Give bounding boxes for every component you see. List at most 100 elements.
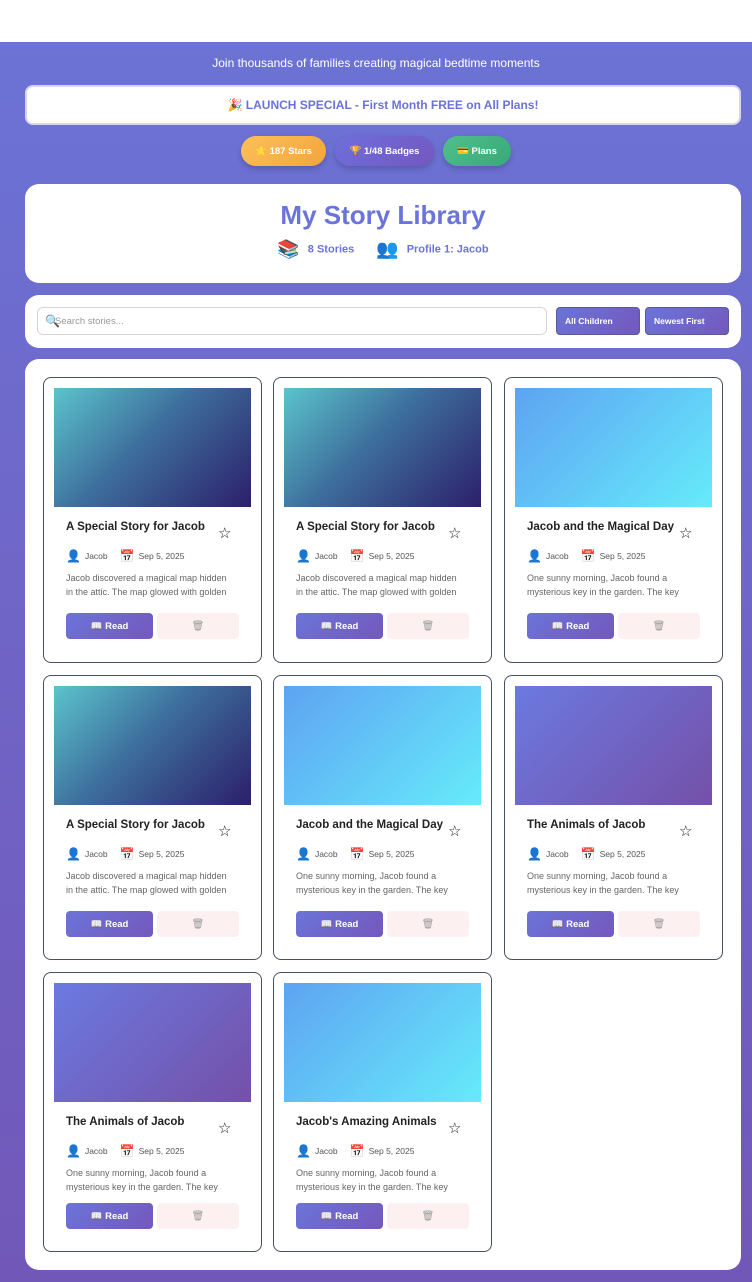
delete-button[interactable]: 🗑: [157, 613, 239, 639]
child-icon: 👤: [527, 847, 542, 861]
story-description: One sunny morning, Jacob found a mysteri…: [66, 1168, 218, 1192]
child-icon: 👤: [527, 549, 542, 563]
calendar-icon: 📅: [119, 847, 135, 861]
story-child: Jacob: [545, 551, 569, 561]
story-title[interactable]: A Special Story for Jacob: [296, 520, 446, 535]
read-button[interactable]: 📖 Read: [296, 911, 383, 937]
search-icon: 🔍: [45, 314, 60, 328]
library-header: My Story Library 📚 8 Stories 👥 Profile 1: …: [25, 184, 741, 283]
delete-button[interactable]: 🗑: [387, 613, 469, 639]
trash-icon: 🗑: [652, 620, 666, 632]
read-button[interactable]: 📖 Read: [296, 1203, 383, 1229]
trash-icon: 🗑: [421, 1210, 435, 1222]
story-title[interactable]: The Animals of Jacob: [527, 818, 677, 833]
favorite-star-icon[interactable]: ☆: [218, 822, 231, 840]
favorite-star-icon[interactable]: ☆: [448, 1119, 461, 1137]
favorite-star-icon[interactable]: ☆: [448, 822, 461, 840]
favorite-star-icon[interactable]: ☆: [679, 822, 692, 840]
story-child: Jacob: [84, 1146, 108, 1156]
story-card[interactable]: A Special Story for Jacob ☆ 👤 Jacob 📅 Sep 5, …: [273, 377, 492, 663]
badges-button[interactable]: 🏆 1/48 Badges: [335, 136, 434, 166]
story-child: Jacob: [314, 551, 338, 561]
calendar-icon: 📅: [119, 549, 135, 563]
delete-button[interactable]: 🗑: [157, 1203, 239, 1229]
story-card[interactable]: Jacob's Amazing Animals ☆ 👤 Jacob 📅 Sep 5, 20…: [273, 972, 492, 1252]
story-child: Jacob: [84, 551, 108, 561]
users-icon: 👥: [376, 239, 399, 259]
tagline: Join thousands of families creating magi…: [212, 56, 540, 70]
story-thumbnail[interactable]: [54, 388, 251, 507]
story-meta: 👤 Jacob 📅 Sep 5, 2025: [66, 847, 184, 861]
story-thumbnail[interactable]: [284, 983, 481, 1102]
story-card[interactable]: The Animals of Jacob ☆ 👤 Jacob 📅 Sep 5, 2025 O…: [43, 972, 262, 1252]
delete-button[interactable]: 🗑: [387, 911, 469, 937]
story-thumbnail[interactable]: [54, 983, 251, 1102]
story-description: One sunny morning, Jacob found a mysteri…: [296, 1168, 448, 1192]
story-title[interactable]: Jacob's Amazing Animals: [296, 1115, 446, 1130]
read-button[interactable]: 📖 Read: [296, 613, 383, 639]
story-date: Sep 5, 2025: [599, 849, 646, 859]
calendar-icon: 📅: [349, 847, 365, 861]
favorite-star-icon[interactable]: ☆: [679, 524, 692, 542]
story-title[interactable]: Jacob and the Magical Day: [296, 818, 446, 833]
trash-icon: 🗑: [652, 918, 666, 930]
story-title[interactable]: A Special Story for Jacob: [66, 520, 216, 535]
stars-button[interactable]: ⭐ 187 Stars: [241, 136, 326, 166]
read-button[interactable]: 📖 Read: [66, 1203, 153, 1229]
read-button[interactable]: 📖 Read: [66, 911, 153, 937]
story-thumbnail[interactable]: [515, 388, 712, 507]
calendar-icon: 📅: [349, 549, 365, 563]
story-description: Jacob discovered a magical map hidden in…: [296, 573, 457, 597]
plans-button[interactable]: 💳 Plans: [443, 136, 511, 166]
story-child: Jacob: [84, 849, 108, 859]
story-title[interactable]: The Animals of Jacob: [66, 1115, 216, 1130]
story-meta: 👤 Jacob 📅 Sep 5, 2025: [296, 847, 414, 861]
story-child: Jacob: [545, 849, 569, 859]
story-thumbnail[interactable]: [515, 686, 712, 805]
story-title[interactable]: Jacob and the Magical Day: [527, 520, 677, 535]
favorite-star-icon[interactable]: ☆: [218, 524, 231, 542]
story-title[interactable]: A Special Story for Jacob: [66, 818, 216, 833]
story-card[interactable]: A Special Story for Jacob ☆ 👤 Jacob 📅 Sep 5, …: [43, 675, 262, 960]
story-meta: 👤 Jacob 📅 Sep 5, 2025: [66, 549, 184, 563]
page-title: My Story Library: [280, 200, 486, 230]
search-input[interactable]: [55, 315, 546, 327]
child-icon: 👤: [296, 1144, 311, 1158]
delete-button[interactable]: 🗑: [157, 911, 239, 937]
child-icon: 👤: [66, 847, 81, 861]
story-card[interactable]: Jacob and the Magical Day ☆ 👤 Jacob 📅 Sep 5, …: [273, 675, 492, 960]
story-thumbnail[interactable]: [284, 388, 481, 507]
story-thumbnail[interactable]: [54, 686, 251, 805]
children-filter-select[interactable]: All Children: [556, 307, 640, 335]
read-button[interactable]: 📖 Read: [527, 613, 614, 639]
story-description: One sunny morning, Jacob found a mysteri…: [296, 871, 448, 895]
story-date: Sep 5, 2025: [368, 1146, 415, 1156]
search-field[interactable]: 🔍: [37, 307, 547, 335]
story-thumbnail[interactable]: [284, 686, 481, 805]
calendar-icon: 📅: [349, 1144, 365, 1158]
calendar-icon: 📅: [580, 549, 596, 563]
read-button[interactable]: 📖 Read: [527, 911, 614, 937]
story-card[interactable]: A Special Story for Jacob ☆ 👤 Jacob 📅 Sep 5, …: [43, 377, 262, 663]
story-description: One sunny morning, Jacob found a mysteri…: [527, 573, 679, 597]
story-grid: A Special Story for Jacob ☆ 👤 Jacob 📅 Sep 5, …: [25, 359, 741, 1270]
calendar-icon: 📅: [119, 1144, 135, 1158]
delete-button[interactable]: 🗑: [387, 1203, 469, 1229]
delete-button[interactable]: 🗑: [618, 911, 700, 937]
top-bar: [0, 0, 752, 42]
stories-count: 📚 8 Stories: [277, 239, 355, 259]
story-date: Sep 5, 2025: [138, 551, 185, 561]
trash-icon: 🗑: [421, 918, 435, 930]
story-card[interactable]: The Animals of Jacob ☆ 👤 Jacob 📅 Sep 5, 2025 O…: [504, 675, 723, 960]
launch-special-banner[interactable]: 🎉 LAUNCH SPECIAL - First Month FREE on A…: [25, 85, 741, 125]
sort-select[interactable]: Newest First: [645, 307, 729, 335]
story-date: Sep 5, 2025: [138, 1146, 185, 1156]
favorite-star-icon[interactable]: ☆: [448, 524, 461, 542]
child-icon: 👤: [296, 847, 311, 861]
favorite-star-icon[interactable]: ☆: [218, 1119, 231, 1137]
story-meta: 👤 Jacob 📅 Sep 5, 2025: [66, 1144, 184, 1158]
story-description: Jacob discovered a magical map hidden in…: [66, 871, 227, 895]
story-card[interactable]: Jacob and the Magical Day ☆ 👤 Jacob 📅 Sep 5, …: [504, 377, 723, 663]
delete-button[interactable]: 🗑: [618, 613, 700, 639]
read-button[interactable]: 📖 Read: [66, 613, 153, 639]
